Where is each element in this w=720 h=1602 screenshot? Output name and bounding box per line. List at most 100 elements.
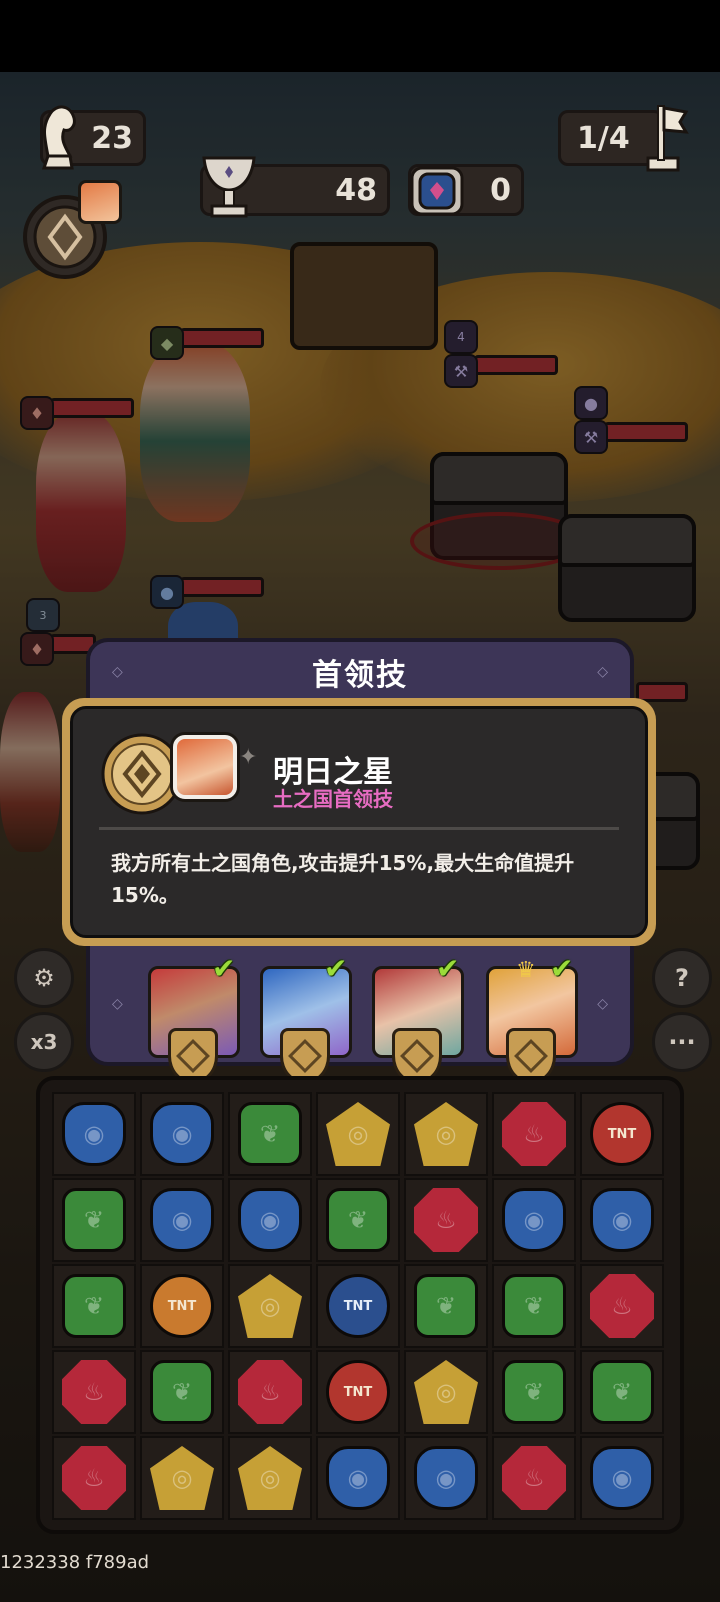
board-cell[interactable]: ♨ — [580, 1264, 664, 1348]
green-gem-icon[interactable]: ❦ — [502, 1274, 566, 1338]
flag-icon — [634, 96, 690, 178]
divider — [99, 827, 619, 830]
board-cell[interactable]: ◉ — [404, 1436, 488, 1520]
gear-icon: ⚙ — [33, 964, 55, 992]
board-cell[interactable]: ❦ — [404, 1264, 488, 1348]
red-gem-icon[interactable]: ♨ — [502, 1446, 566, 1510]
green-gem-icon[interactable]: ❦ — [238, 1102, 302, 1166]
skill-card: ✦ 明日之星 土之国首领技 我方所有土之国角色,攻击提升15%,最大生命值提升1… — [62, 698, 656, 946]
status-bar — [0, 0, 720, 72]
board-cell[interactable]: TNT — [316, 1350, 400, 1434]
red-gem-icon[interactable]: ♨ — [502, 1102, 566, 1166]
skill-description: 我方所有土之国角色,攻击提升15%,最大生命值提升15%。 — [111, 851, 575, 907]
board-cell[interactable]: ◉ — [140, 1092, 224, 1176]
board-cell[interactable]: ❦ — [492, 1264, 576, 1348]
diamond-ornament-icon: ◇ — [597, 996, 608, 1012]
blue-gem-icon[interactable]: ◉ — [150, 1102, 214, 1166]
green-gem-icon[interactable]: ❦ — [62, 1188, 126, 1252]
board-cell[interactable]: ❦ — [140, 1350, 224, 1434]
tnt-bomb-icon[interactable]: TNT — [326, 1274, 390, 1338]
board-cell[interactable]: ◎ — [404, 1350, 488, 1434]
settings-button[interactable]: ⚙ — [14, 948, 74, 1008]
board-cell[interactable]: TNT — [580, 1092, 664, 1176]
red-gem-icon[interactable]: ♨ — [238, 1360, 302, 1424]
tnt-bomb-icon[interactable]: TNT — [590, 1102, 654, 1166]
red-gem-icon[interactable]: ♨ — [414, 1188, 478, 1252]
board-cell[interactable]: ◎ — [228, 1264, 312, 1348]
yellow-gem-icon[interactable]: ◎ — [326, 1102, 390, 1166]
blue-gem-icon[interactable]: ◉ — [238, 1188, 302, 1252]
board-cell[interactable]: ♨ — [492, 1436, 576, 1520]
build-info: 1232338 f789ad — [0, 1552, 150, 1573]
board-cell[interactable]: ◎ — [316, 1092, 400, 1176]
blue-gem-icon[interactable]: ◉ — [62, 1102, 126, 1166]
board-cell[interactable]: ♨ — [492, 1092, 576, 1176]
check-icon: ✔ — [212, 952, 236, 985]
board-cell[interactable]: ❦ — [228, 1092, 312, 1176]
leader-portrait — [173, 735, 237, 799]
board-cell[interactable]: ♨ — [52, 1350, 136, 1434]
blue-gem-icon[interactable]: ◉ — [590, 1188, 654, 1252]
board-cell[interactable]: ♨ — [404, 1178, 488, 1262]
blue-gem-icon[interactable]: ◉ — [502, 1188, 566, 1252]
green-gem-icon[interactable]: ❦ — [150, 1360, 214, 1424]
green-gem-icon[interactable]: ❦ — [326, 1188, 390, 1252]
board-cell[interactable]: ◉ — [52, 1092, 136, 1176]
yellow-gem-icon[interactable]: ◎ — [414, 1102, 478, 1166]
tnt-bomb-icon[interactable]: TNT — [150, 1274, 214, 1338]
yellow-gem-icon[interactable]: ◎ — [238, 1274, 302, 1338]
blue-gem-icon[interactable]: ◉ — [150, 1188, 214, 1252]
green-gem-icon[interactable]: ❦ — [62, 1274, 126, 1338]
tnt-bomb-icon[interactable]: TNT — [326, 1360, 390, 1424]
board-cell[interactable]: ♨ — [228, 1350, 312, 1434]
board-cell[interactable]: ◉ — [140, 1178, 224, 1262]
chalice-icon — [196, 150, 262, 222]
diamond-ornament-icon: ◇ — [112, 664, 123, 680]
board-cell[interactable]: ◉ — [228, 1178, 312, 1262]
board-cell[interactable]: ◎ — [404, 1092, 488, 1176]
board-cell[interactable]: ◎ — [228, 1436, 312, 1520]
dialog-title: 首领技 — [312, 658, 408, 693]
leader-portrait-mini — [78, 180, 122, 224]
board-cell[interactable]: ♨ — [52, 1436, 136, 1520]
blue-gem-icon[interactable]: ◉ — [590, 1446, 654, 1510]
board-cell[interactable]: ❦ — [316, 1178, 400, 1262]
board-cell[interactable]: ❦ — [580, 1350, 664, 1434]
yellow-gem-icon[interactable]: ◎ — [150, 1446, 214, 1510]
board-cell[interactable]: TNT — [316, 1264, 400, 1348]
green-gem-icon[interactable]: ❦ — [502, 1360, 566, 1424]
blue-gem-icon[interactable]: ◉ — [326, 1446, 390, 1510]
board-cell[interactable]: ◉ — [580, 1436, 664, 1520]
yellow-gem-icon[interactable]: ◎ — [414, 1360, 478, 1424]
check-icon: ✔ — [436, 952, 460, 985]
board-cell[interactable]: ◎ — [140, 1436, 224, 1520]
board-cell[interactable]: ❦ — [52, 1178, 136, 1262]
red-gem-icon[interactable]: ♨ — [62, 1446, 126, 1510]
speed-button[interactable]: x3 — [14, 1012, 74, 1072]
board-cell[interactable]: ❦ — [492, 1350, 576, 1434]
help-icon: ? — [675, 964, 689, 992]
green-gem-icon[interactable]: ❦ — [414, 1274, 478, 1338]
board-cell[interactable]: ◉ — [580, 1178, 664, 1262]
sparkle-icon: ✦ — [239, 745, 258, 770]
red-gem-icon[interactable]: ♨ — [590, 1274, 654, 1338]
more-button[interactable]: ··· — [652, 1012, 712, 1072]
green-gem-icon[interactable]: ❦ — [590, 1360, 654, 1424]
skill-subtitle: 土之国首领技 — [273, 787, 393, 811]
match-board[interactable]: ◉ ◉ ❦ ◎ ◎ ♨ TNT ❦ ◉ ◉ ❦ ♨ ◉ ◉ ❦ TNT ◎ TNT ❦ ❦ ♨ ♨ ❦ ♨ TNT ◎ ❦ ❦ ♨ ◎ ◎ ◉… — [36, 1076, 684, 1534]
blue-gem-icon[interactable]: ◉ — [414, 1446, 478, 1510]
check-icon: ✔ — [550, 952, 574, 985]
red-gem-icon[interactable]: ♨ — [62, 1360, 126, 1424]
treasure-chest-icon — [404, 154, 470, 224]
help-button[interactable]: ? — [652, 948, 712, 1008]
board-cell[interactable]: ◉ — [316, 1436, 400, 1520]
diamond-ornament-icon: ◇ — [597, 664, 608, 680]
chess-knight-icon — [30, 96, 86, 178]
check-icon: ✔ — [324, 952, 348, 985]
board-cell[interactable]: ❦ — [52, 1264, 136, 1348]
more-icon: ··· — [668, 1028, 696, 1056]
board-cell[interactable]: TNT — [140, 1264, 224, 1348]
board-cell[interactable]: ◉ — [492, 1178, 576, 1262]
crown-icon: ♛ — [516, 958, 536, 983]
yellow-gem-icon[interactable]: ◎ — [238, 1446, 302, 1510]
